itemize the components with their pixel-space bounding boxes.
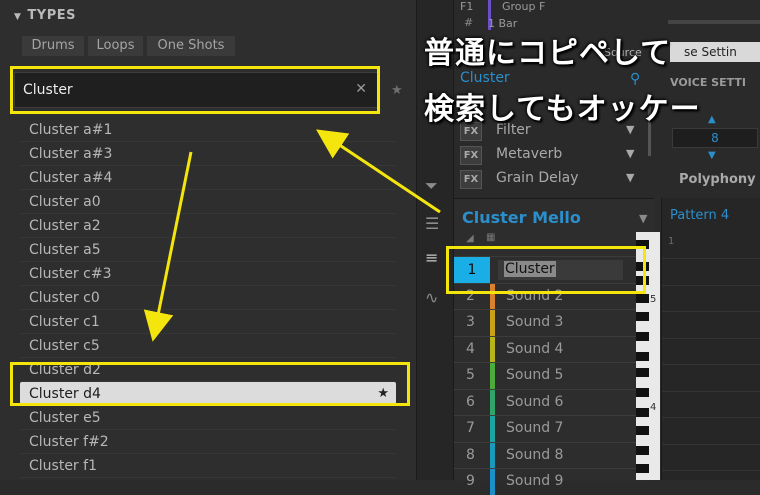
annotation-line-1: 普通にコピペして — [424, 36, 672, 71]
annotation-line-2: 検索してもオッケー — [424, 92, 701, 127]
annotation-arrows — [143, 129, 441, 342]
arrow-to-result — [143, 151, 193, 342]
arrow-to-search — [316, 129, 441, 214]
